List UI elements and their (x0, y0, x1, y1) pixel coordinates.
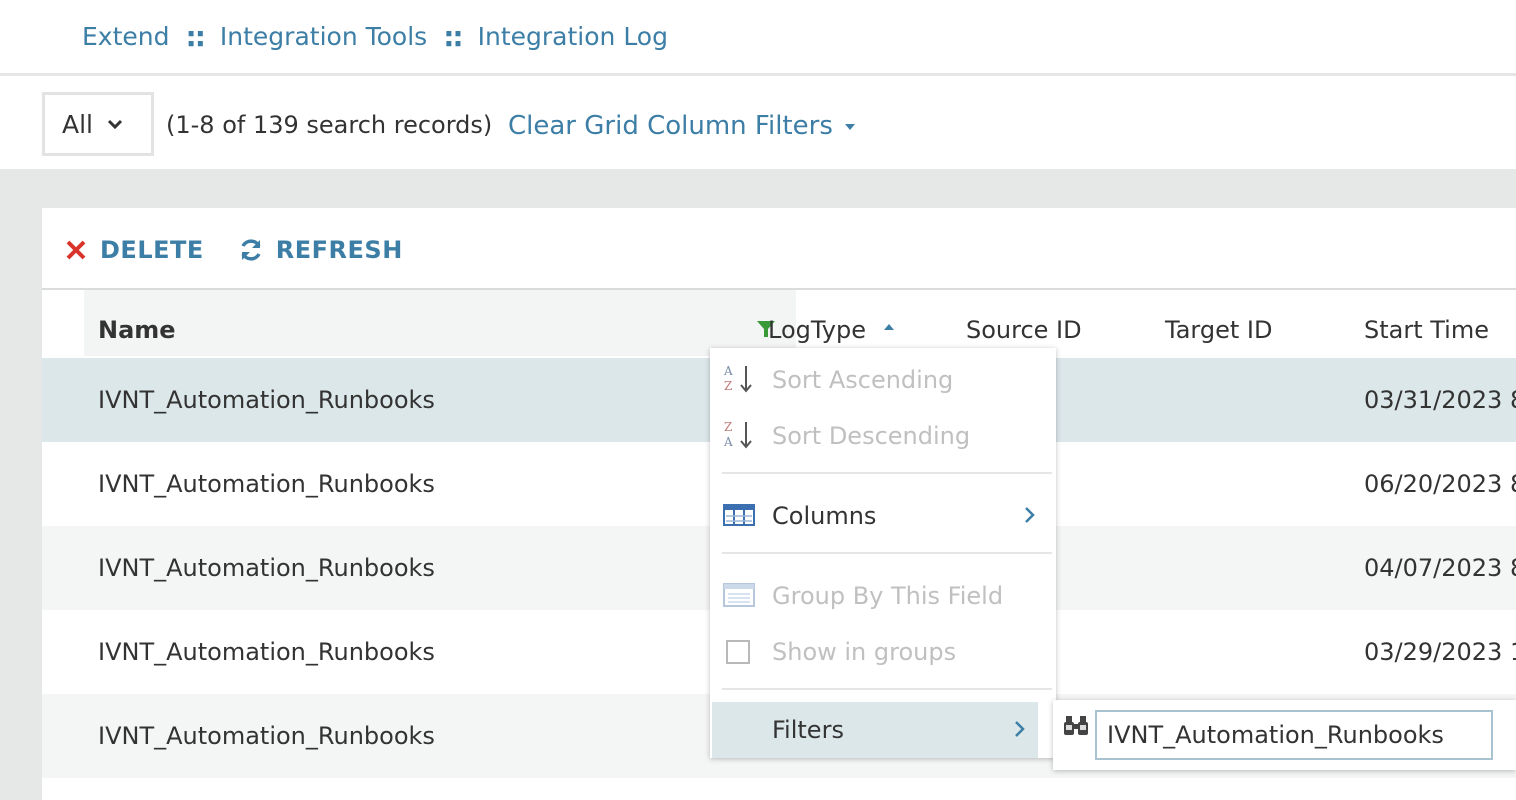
cell-start-time: 06/20/2023 8 (1364, 470, 1516, 498)
breadcrumb-extend[interactable]: Extend (82, 22, 170, 51)
menu-group-by-label: Group By This Field (772, 582, 1004, 610)
menu-filters[interactable]: Filters (712, 702, 1038, 758)
menu-show-in-groups[interactable]: Show in groups (710, 624, 1056, 680)
column-header-name[interactable]: Name (84, 290, 796, 356)
menu-divider (722, 688, 1052, 690)
filter-text-input[interactable] (1095, 710, 1493, 760)
clear-grid-filters-label: Clear Grid Column Filters (508, 111, 833, 141)
menu-filters-label: Filters (772, 716, 844, 744)
view-select-value: All (62, 109, 93, 139)
refresh-button[interactable]: REFRESH (238, 236, 403, 264)
column-header-source-id[interactable]: Source ID (966, 316, 1082, 344)
column-header-logtype[interactable]: LogType (768, 316, 894, 344)
record-count: (1-8 of 139 search records) (166, 111, 493, 139)
refresh-label: REFRESH (275, 236, 403, 264)
sort-ascending-icon (884, 324, 894, 330)
close-icon (66, 240, 86, 260)
breadcrumb: Extend :: Integration Tools :: Integrati… (0, 0, 1516, 76)
cell-name: IVNT_Automation_Runbooks (98, 470, 435, 498)
group-by-icon (723, 583, 755, 607)
menu-sort-ascending-label: Sort Ascending (772, 366, 954, 394)
svg-text:A: A (723, 364, 733, 378)
breadcrumb-separator: :: (443, 20, 463, 53)
menu-columns-label: Columns (772, 502, 877, 530)
column-header-start-time[interactable]: Start Time (1364, 316, 1489, 344)
binoculars-icon (1064, 716, 1088, 735)
cell-name: IVNT_Automation_Runbooks (98, 638, 435, 666)
search-toolbar: All (1-8 of 139 search records) Clear Gr… (0, 79, 1516, 169)
delete-button[interactable]: DELETE (64, 236, 204, 264)
cell-start-time: 03/29/2023 1 (1364, 638, 1516, 666)
menu-show-in-groups-label: Show in groups (772, 638, 957, 666)
column-menu: A Z Sort Ascending Z A Sort Descending C… (710, 348, 1056, 758)
grid-header: Name LogType Source ID Target ID Start T… (42, 290, 1516, 356)
menu-sort-descending-label: Sort Descending (772, 422, 971, 450)
sort-descending-icon: Z A (723, 420, 752, 449)
chevron-right-icon (1025, 507, 1035, 523)
svg-text:Z: Z (724, 379, 732, 393)
cell-start-time: 04/07/2023 8 (1364, 554, 1516, 582)
columns-icon (723, 504, 755, 526)
delete-label: DELETE (100, 236, 204, 264)
view-select[interactable]: All (42, 92, 154, 156)
refresh-icon (241, 239, 261, 261)
breadcrumb-integration-log[interactable]: Integration Log (478, 22, 668, 51)
column-header-target-id[interactable]: Target ID (1165, 316, 1272, 344)
cell-name: IVNT_Automation_Runbooks (98, 386, 435, 414)
svg-text:Z: Z (724, 420, 732, 434)
column-header-logtype-label: LogType (768, 316, 866, 344)
cell-name: IVNT_Automation_Runbooks (98, 554, 435, 582)
sort-ascending-icon: A Z (723, 364, 752, 393)
cell-name: IVNT_Automation_Runbooks (98, 722, 435, 750)
grid-actions: DELETE REFRESH (64, 230, 437, 270)
breadcrumb-separator: :: (185, 20, 206, 53)
chevron-right-icon (1015, 721, 1025, 737)
filter-submenu (1053, 700, 1516, 770)
menu-sort-descending[interactable]: Z A Sort Descending (710, 408, 1056, 464)
chevron-down-icon (107, 119, 123, 130)
checkbox-icon (726, 640, 750, 664)
menu-columns[interactable]: Columns (710, 488, 1056, 544)
column-header-name-label: Name (98, 316, 176, 344)
menu-divider (722, 472, 1052, 474)
cell-start-time: 03/31/2023 8 (1364, 386, 1516, 414)
svg-text:A: A (723, 435, 733, 449)
clear-grid-filters-link[interactable]: Clear Grid Column Filters (508, 111, 855, 141)
menu-divider (722, 552, 1052, 554)
menu-group-by-field[interactable]: Group By This Field (710, 568, 1056, 624)
caret-down-icon (844, 123, 855, 130)
breadcrumb-integration-tools[interactable]: Integration Tools (220, 22, 427, 51)
menu-sort-ascending[interactable]: A Z Sort Ascending (710, 352, 1056, 408)
